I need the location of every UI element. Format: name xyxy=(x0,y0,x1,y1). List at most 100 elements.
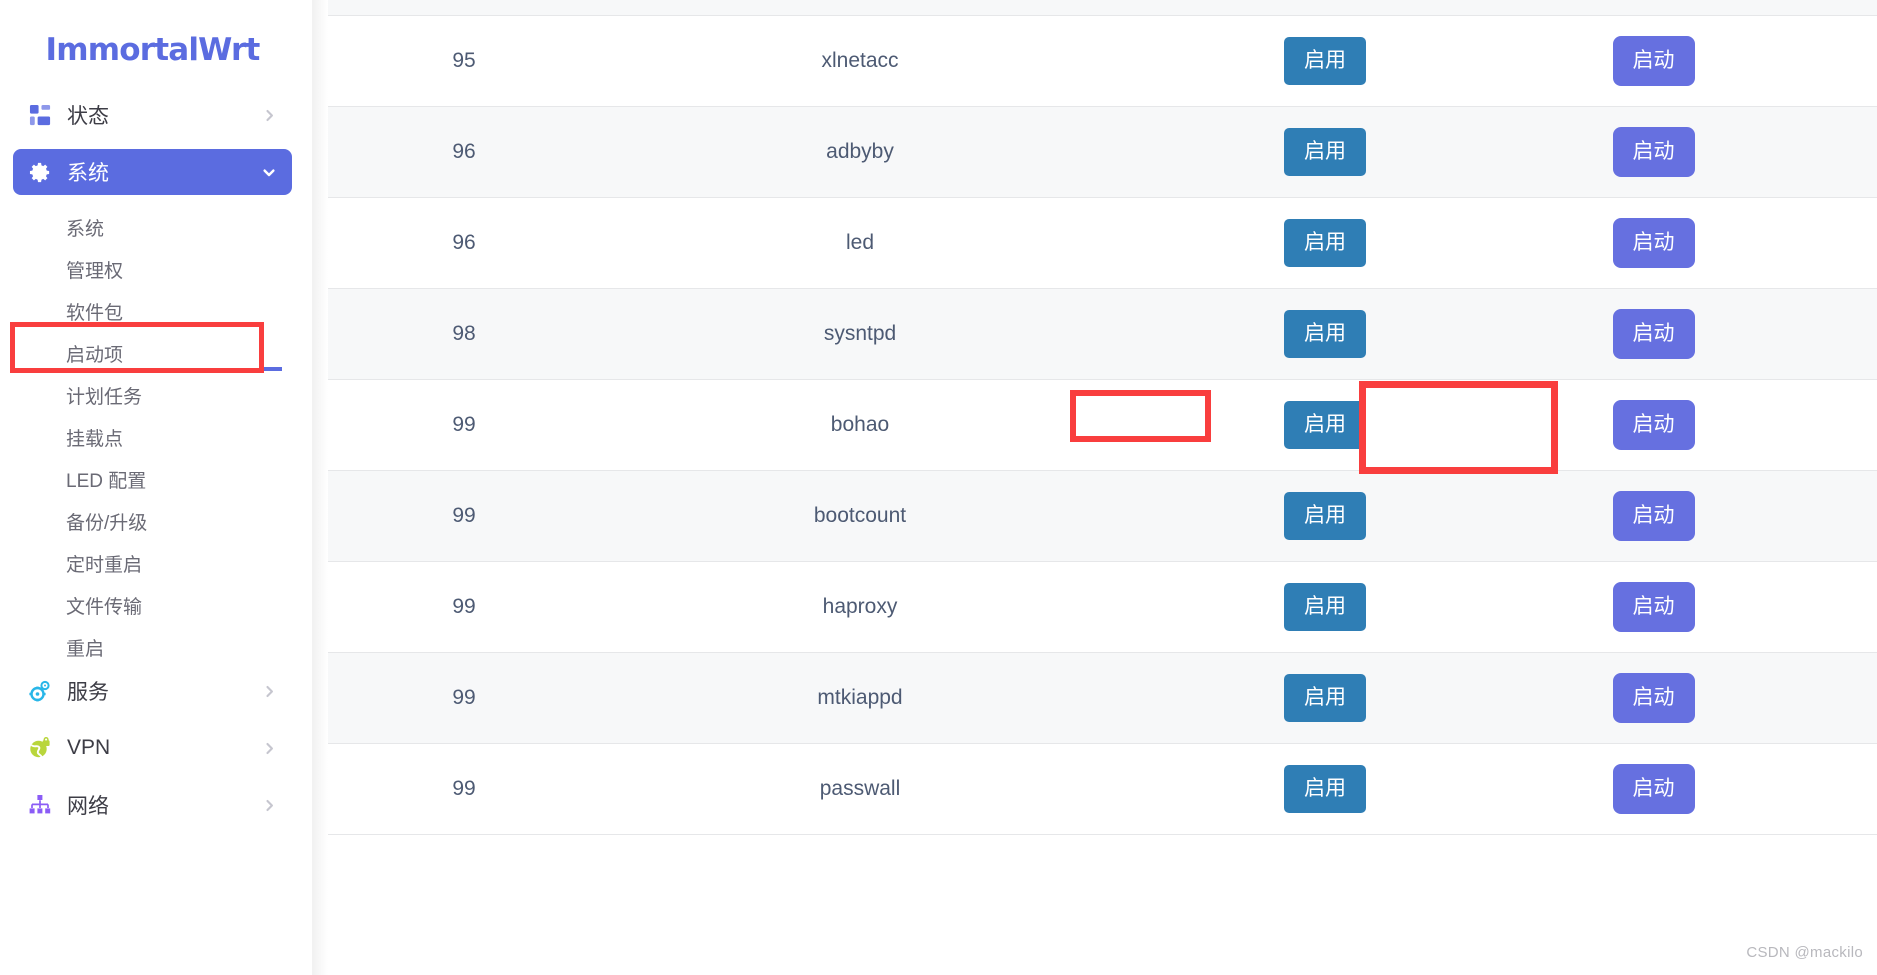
enable-button[interactable]: 启用 xyxy=(1284,401,1366,449)
table-row-partial xyxy=(328,0,1877,16)
sidebar-item-status[interactable]: 状态 xyxy=(13,92,292,138)
row-start-cell: 启动 xyxy=(1530,400,1877,450)
start-button[interactable]: 启动 xyxy=(1612,400,1695,450)
sidebar-item-network[interactable]: 网络 xyxy=(13,782,292,828)
sidebar-subitem-administration[interactable]: 管理权 xyxy=(13,248,292,290)
row-enable-cell: 启用 xyxy=(1120,128,1530,176)
sidebar-subitem-label: 备份/升级 xyxy=(66,512,148,534)
sidebar-subitem-reboot[interactable]: 重启 xyxy=(13,626,292,668)
sidebar-item-system[interactable]: 系统 xyxy=(13,149,292,195)
start-button[interactable]: 启动 xyxy=(1612,491,1695,541)
sidebar-item-label: 状态 xyxy=(67,105,109,128)
start-button[interactable]: 启动 xyxy=(1612,218,1695,268)
row-start-cell: 启动 xyxy=(1530,36,1877,86)
enable-button[interactable]: 启用 xyxy=(1284,765,1366,813)
sidebar-subitem-software[interactable]: 软件包 xyxy=(13,290,292,332)
enable-button[interactable]: 启用 xyxy=(1284,219,1366,267)
start-button[interactable]: 启动 xyxy=(1612,309,1695,359)
row-service-name: bohao xyxy=(830,413,890,436)
enable-button[interactable]: 启用 xyxy=(1284,583,1366,631)
sidebar-item-services[interactable]: 服务 xyxy=(13,668,292,714)
row-start-priority: 99 xyxy=(452,413,476,436)
start-button[interactable]: 启动 xyxy=(1612,582,1695,632)
gears-icon xyxy=(27,678,53,704)
sidebar-item-label: 系统 xyxy=(67,162,109,185)
row-service-name: mtkiappd xyxy=(817,686,903,709)
row-start-priority: 95 xyxy=(452,49,476,72)
sidebar-item-vpn[interactable]: VPN xyxy=(13,725,292,771)
sidebar-subitem-label: 重启 xyxy=(66,638,105,660)
panel-shadow xyxy=(312,0,328,975)
row-start-cell: 启动 xyxy=(1530,127,1877,177)
row-start-priority: 99 xyxy=(452,504,476,527)
enable-button[interactable]: 启用 xyxy=(1284,37,1366,85)
startup-table-panel: 95 xlnetacc 启用 启动 96 adbyby 启用 启动 96 led… xyxy=(328,0,1877,975)
row-service-name: bootcount xyxy=(813,504,907,527)
table-row[interactable]: 96 adbyby 启用 启动 xyxy=(328,107,1877,198)
table-row[interactable]: 95 xlnetacc 启用 启动 xyxy=(328,16,1877,107)
table-row[interactable]: 96 led 启用 启动 xyxy=(328,198,1877,289)
row-enable-cell: 启用 xyxy=(1120,37,1530,85)
sidebar-subitem-backup-upgrade[interactable]: 备份/升级 xyxy=(13,500,292,542)
sidebar-item-label: 网络 xyxy=(67,795,109,818)
sidebar-subitem-system[interactable]: 系统 xyxy=(13,206,292,248)
page-root: ImmortalWrt 状态 系统 系统 管理权 软件包 启动项 计划任务 挂载… xyxy=(0,0,1877,975)
row-enable-cell: 启用 xyxy=(1120,310,1530,358)
start-button[interactable]: 启动 xyxy=(1612,36,1695,86)
sidebar-subitem-led-config[interactable]: LED 配置 xyxy=(13,458,292,500)
row-service-name: haproxy xyxy=(822,595,898,618)
dashboard-icon xyxy=(27,102,53,128)
row-start-priority: 96 xyxy=(452,231,476,254)
sidebar-nav: 状态 系统 系统 管理权 软件包 启动项 计划任务 挂载点 LED 配置 备份/… xyxy=(0,92,305,828)
row-start-priority: 99 xyxy=(452,595,476,618)
enable-button[interactable]: 启用 xyxy=(1284,492,1366,540)
row-service-name: sysntpd xyxy=(823,322,897,345)
sidebar-subitem-label: 启动项 xyxy=(66,344,124,366)
sidebar-subitem-scheduled-reboot[interactable]: 定时重启 xyxy=(13,542,292,584)
row-start-cell: 启动 xyxy=(1530,218,1877,268)
row-service-name: xlnetacc xyxy=(821,49,899,72)
sidebar-subitem-label: 软件包 xyxy=(66,302,124,324)
sidebar-submenu-system: 系统 管理权 软件包 启动项 计划任务 挂载点 LED 配置 备份/升级 定时重… xyxy=(13,206,292,668)
row-service-name: led xyxy=(845,231,875,254)
row-start-cell: 启动 xyxy=(1530,582,1877,632)
row-start-priority: 99 xyxy=(452,777,476,800)
brand-logo[interactable]: ImmortalWrt xyxy=(0,0,305,92)
chevron-right-icon xyxy=(262,798,276,812)
table-row[interactable]: 99 bootcount 启用 启动 xyxy=(328,471,1877,562)
row-enable-cell: 启用 xyxy=(1120,492,1530,540)
row-enable-cell: 启用 xyxy=(1120,765,1530,813)
table-row[interactable]: 98 sysntpd 启用 启动 xyxy=(328,289,1877,380)
sidebar: ImmortalWrt 状态 系统 系统 管理权 软件包 启动项 计划任务 挂载… xyxy=(0,0,305,975)
enable-button[interactable]: 启用 xyxy=(1284,310,1366,358)
sidebar-subitem-scheduled-tasks[interactable]: 计划任务 xyxy=(13,374,292,416)
sidebar-subitem-startup[interactable]: 启动项 xyxy=(13,332,292,374)
row-service-name: adbyby xyxy=(826,140,894,163)
sidebar-subitem-label: 系统 xyxy=(66,218,105,240)
enable-button[interactable]: 启用 xyxy=(1284,128,1366,176)
sidebar-subitem-file-transfer[interactable]: 文件传输 xyxy=(13,584,292,626)
sidebar-subitem-label: 定时重启 xyxy=(66,554,143,576)
sidebar-subitem-label: 挂载点 xyxy=(66,428,124,450)
row-start-cell: 启动 xyxy=(1530,491,1877,541)
sidebar-subitem-mount-points[interactable]: 挂载点 xyxy=(13,416,292,458)
chevron-down-icon xyxy=(262,165,276,179)
start-button[interactable]: 启动 xyxy=(1612,127,1695,177)
row-start-cell: 启动 xyxy=(1530,309,1877,359)
table-row[interactable]: 99 passwall 启用 启动 xyxy=(328,744,1877,835)
row-start-cell: 启动 xyxy=(1530,673,1877,723)
vpn-globe-lock-icon xyxy=(27,735,53,761)
row-enable-cell: 启用 xyxy=(1120,219,1530,267)
enable-button[interactable]: 启用 xyxy=(1284,674,1366,722)
chevron-right-icon xyxy=(262,108,276,122)
gear-icon xyxy=(27,159,53,185)
table-row[interactable]: 99 mtkiappd 启用 启动 xyxy=(328,653,1877,744)
table-row-bohao[interactable]: 99 bohao 启用 启动 xyxy=(328,380,1877,471)
row-service-name: passwall xyxy=(819,777,901,800)
start-button[interactable]: 启动 xyxy=(1612,764,1695,814)
row-start-priority: 96 xyxy=(452,140,476,163)
content-gutter xyxy=(305,0,328,975)
table-row[interactable]: 99 haproxy 启用 启动 xyxy=(328,562,1877,653)
start-button[interactable]: 启动 xyxy=(1612,673,1695,723)
brand-name: ImmortalWrt xyxy=(45,32,260,68)
